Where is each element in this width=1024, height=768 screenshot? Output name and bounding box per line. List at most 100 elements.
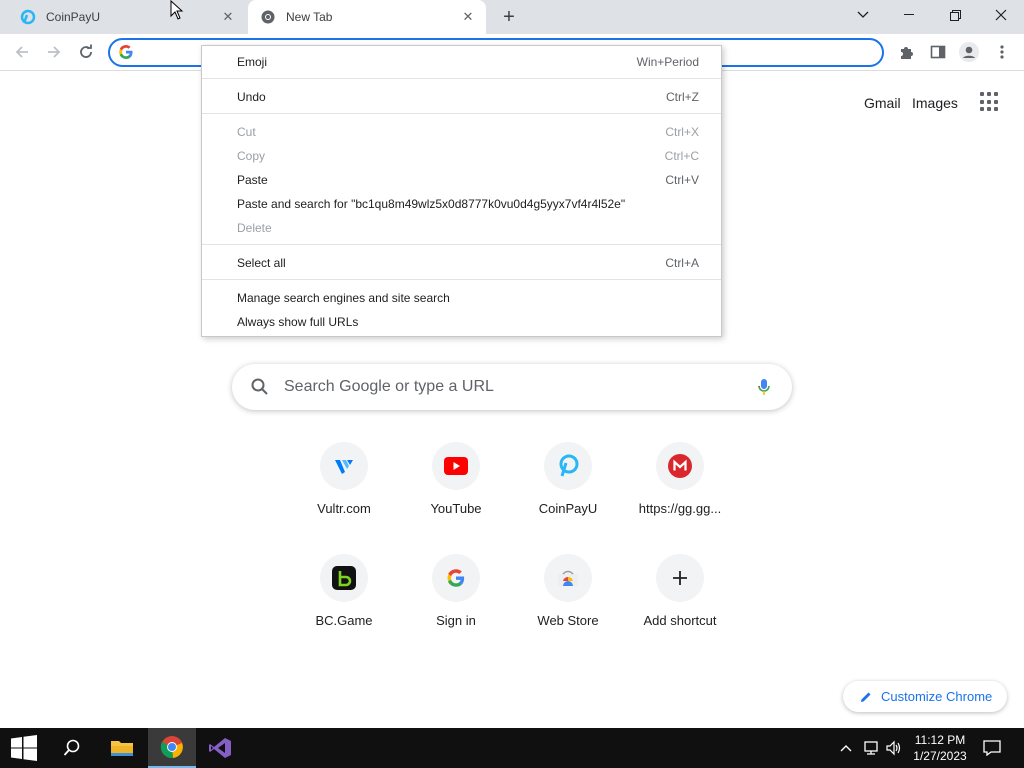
close-tab-icon[interactable]: ✕ [220,9,236,25]
menu-item-label: Manage search engines and site search [237,291,450,305]
shortcut-tile[interactable]: BC.Game [288,546,400,646]
new-tab-button[interactable]: + [498,6,520,28]
menu-item-shortcut: Win+Period [636,55,699,69]
close-window-button[interactable] [978,0,1024,30]
menu-item-always-show-full-urls[interactable]: Always show full URLs [202,311,721,333]
taskbar-search-icon[interactable] [48,728,96,768]
youtube-icon [432,442,480,490]
menu-item-cut[interactable]: Cut Ctrl+X [202,121,721,143]
profile-avatar-icon[interactable] [957,40,981,64]
menu-item-shortcut: Ctrl+Z [666,90,699,104]
menu-item-shortcut: Ctrl+V [665,173,699,187]
ntp-search-box[interactable]: Search Google or type a URL [232,364,792,410]
images-link[interactable]: Images [912,95,958,111]
customize-label: Customize Chrome [881,689,993,704]
visual-studio-icon[interactable] [196,728,244,768]
google-apps-grid-icon[interactable] [980,92,1000,112]
add-shortcut-button[interactable]: Add shortcut [624,546,736,646]
context-menu: Emoji Win+Period Undo Ctrl+Z Cut Ctrl+X … [201,45,722,337]
menu-item-label: Cut [237,125,256,139]
menu-item-label: Paste and search for "bc1qu8m49wlz5x0d87… [237,197,626,211]
shortcut-tile[interactable]: YouTube [400,434,512,534]
notification-center-icon[interactable] [981,738,1003,758]
shortcut-label: Sign in [436,613,476,628]
show-hidden-icons-chevron-icon[interactable] [836,738,856,758]
menu-item-label: Select all [237,256,286,270]
restore-button[interactable] [932,0,978,30]
google-g-icon [118,44,134,60]
plus-icon [656,554,704,602]
windows-start-icon[interactable] [0,728,48,768]
shortcut-tile[interactable]: Vultr.com [288,434,400,534]
mega-icon [656,442,704,490]
menu-item-label: Copy [237,149,266,163]
menu-item-label: Paste [237,173,268,187]
google-icon [432,554,480,602]
vultr-icon [320,442,368,490]
minimize-button[interactable] [886,0,932,30]
back-arrow-icon[interactable] [10,40,34,64]
menu-item-label: Emoji [237,55,268,69]
menu-item-copy[interactable]: Copy Ctrl+C [202,145,721,167]
volume-icon[interactable] [884,738,904,758]
shortcut-tile[interactable]: CoinPayU [512,434,624,534]
menu-item-undo[interactable]: Undo Ctrl+Z [202,86,721,108]
coinpayu-favicon-icon [20,9,36,25]
bcgame-icon [320,554,368,602]
tab-coinpayu[interactable]: CoinPayU ✕ [0,0,246,34]
menu-item-shortcut: Ctrl+C [664,149,699,163]
close-tab-icon[interactable]: ✕ [460,9,476,25]
extensions-puzzle-icon[interactable] [894,40,918,64]
webstore-icon [544,554,592,602]
tab-search-chevron-icon[interactable] [840,0,886,30]
menu-item-paste[interactable]: Paste Ctrl+V [202,169,721,191]
coinpayu-icon [544,442,592,490]
side-panel-icon[interactable] [926,40,950,64]
forward-arrow-icon[interactable] [42,40,66,64]
taskbar-clock[interactable]: 11:12 PM 1/27/2023 [906,732,974,764]
menu-item-label: Always show full URLs [237,315,359,329]
clock-time: 11:12 PM [914,733,966,747]
shortcut-label: https://gg.gg... [638,501,722,516]
chrome-taskbar-icon[interactable] [148,728,196,768]
menu-item-select-all[interactable]: Select all Ctrl+A [202,252,721,274]
shortcut-label: YouTube [430,501,482,516]
windows-taskbar: 11:12 PM 1/27/2023 [0,728,1024,768]
chrome-favicon-icon [260,9,276,25]
menu-separator [202,244,721,245]
menu-item-label: Delete [237,221,272,235]
menu-item-delete[interactable]: Delete [202,217,721,239]
menu-item-manage-search-engines[interactable]: Manage search engines and site search [202,287,721,309]
tab-title: CoinPayU [46,10,101,24]
gmail-link[interactable]: Gmail [864,95,901,111]
clock-date: 1/27/2023 [913,749,967,763]
tab-strip: CoinPayU ✕ New Tab ✕ + [0,0,1024,34]
tab-title: New Tab [286,10,333,24]
search-placeholder: Search Google or type a URL [284,378,494,395]
mouse-cursor-icon [170,0,184,25]
menu-item-shortcut: Ctrl+A [665,256,699,270]
chrome-menu-kebab-icon[interactable] [990,40,1014,64]
menu-item-label: Undo [237,90,266,104]
shortcut-label: CoinPayU [538,501,598,516]
file-explorer-icon[interactable] [98,728,146,768]
search-icon [250,377,270,397]
network-icon[interactable] [861,738,881,758]
shortcut-label: Add shortcut [643,613,717,628]
menu-separator [202,113,721,114]
microphone-icon[interactable] [754,377,774,397]
customize-chrome-button[interactable]: Customize Chrome [843,681,1007,712]
pencil-icon [861,692,871,702]
reload-icon[interactable] [74,40,98,64]
shortcut-label: Web Store [537,613,599,628]
shortcut-tile[interactable]: Sign in [400,546,512,646]
shortcut-label: Vultr.com [317,501,371,516]
menu-item-emoji[interactable]: Emoji Win+Period [202,51,721,73]
menu-item-paste-and-search[interactable]: Paste and search for "bc1qu8m49wlz5x0d87… [202,193,721,215]
menu-separator [202,279,721,280]
tab-new-tab[interactable]: New Tab ✕ [248,0,486,34]
shortcut-tile[interactable]: Web Store [512,546,624,646]
shortcut-label: BC.Game [315,613,373,628]
shortcut-tile[interactable]: https://gg.gg... [624,434,736,534]
menu-item-shortcut: Ctrl+X [665,125,699,139]
